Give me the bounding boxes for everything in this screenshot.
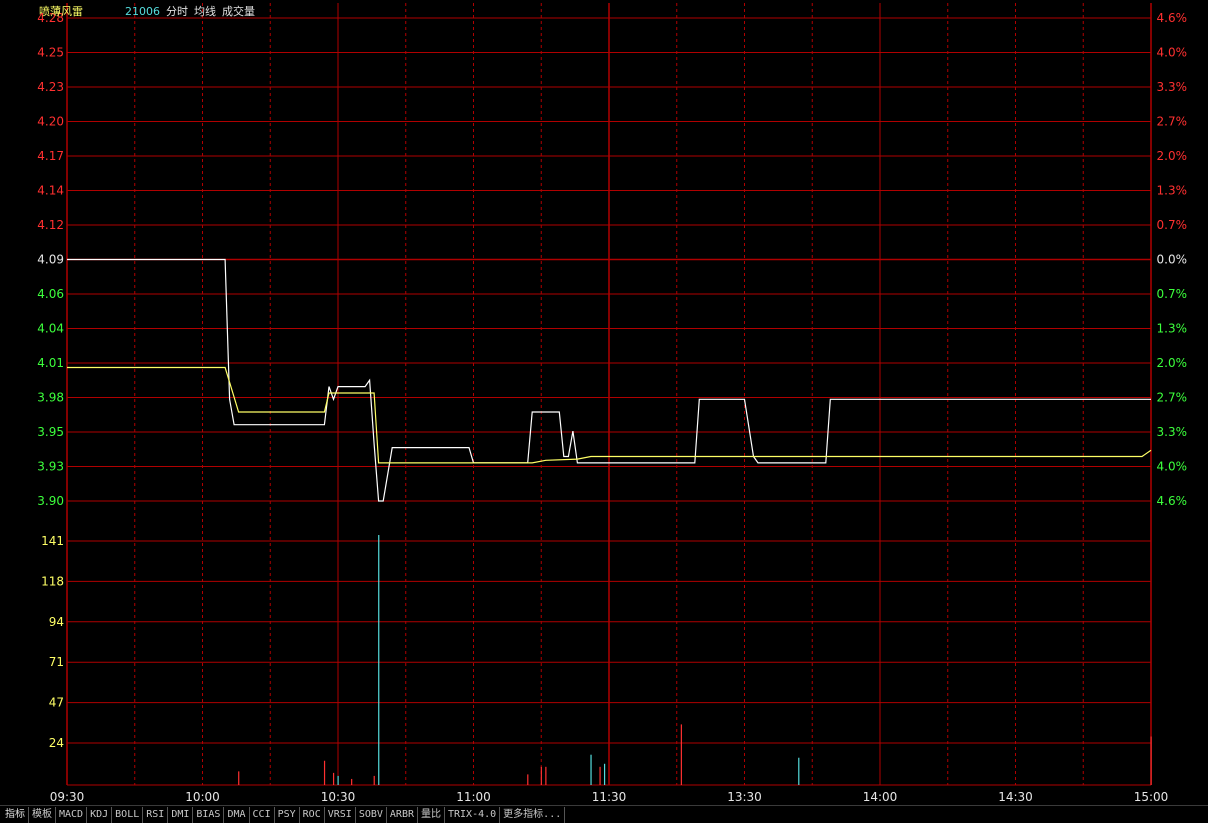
time-tick-label: 11:30 [592,790,627,804]
price-axis-left: 4.284.254.234.204.174.144.124.094.064.04… [37,11,64,508]
volume-tick-label: 47 [49,696,64,710]
indicator-tab[interactable]: PSY [275,806,300,823]
volume-bar [378,535,380,785]
volume-bar [545,766,547,785]
time-tick-label: 10:30 [321,790,356,804]
volume-bars [238,535,1152,785]
indicator-tab[interactable]: DMA [224,806,250,823]
volume-axis: 141 118 94 71 47 24 [41,534,64,750]
volume-tick-label: 118 [41,574,64,588]
indicator-label-volume: 成交量 [222,4,255,18]
percent-tick-label: 0.0% [1157,253,1188,267]
time-tick-label: 13:30 [727,790,762,804]
volume-bar [599,766,601,785]
percent-tick-label: 4.6% [1157,494,1188,508]
volume-bar [351,778,353,785]
price-tick-label: 4.12 [37,218,64,232]
percent-tick-label: 0.7% [1157,287,1188,301]
price-tick-label: 4.14 [37,184,64,198]
percent-tick-label: 4.0% [1157,46,1188,60]
percent-tick-label: 1.3% [1157,184,1188,198]
percent-tick-label: 3.3% [1157,425,1188,439]
indicator-tab[interactable]: ARBR [387,806,418,823]
volume-bar [373,775,375,785]
percent-tick-label: 0.7% [1157,218,1188,232]
percent-tick-label: 1.3% [1157,322,1188,336]
price-tick-label: 3.95 [37,425,64,439]
indicator-tab[interactable]: VRSI [325,806,356,823]
volume-tick-label: 24 [49,736,64,750]
indicator-tab[interactable]: SOBV [356,806,387,823]
percent-tick-label: 2.0% [1157,149,1188,163]
price-tick-label: 4.23 [37,80,64,94]
time-tick-label: 11:00 [456,790,491,804]
volume-bar [337,775,339,785]
price-tick-label: 4.20 [37,115,64,129]
price-tick-label: 3.93 [37,460,64,474]
percent-tick-label: 2.0% [1157,356,1188,370]
percent-tick-label: 2.7% [1157,391,1188,405]
indicator-tab-bar: 指标 模板 MACD KDJ BOLL RSI DMI BIAS DMA CCI PSY ROC VRS… [0,805,1208,823]
volume-tick-label: 94 [49,615,64,629]
time-tick-label: 14:30 [998,790,1033,804]
indicator-tab[interactable]: 指标 [2,806,29,823]
volume-tick-label: 71 [49,655,64,669]
indicator-tab[interactable]: TRIX-4.0 [445,806,501,823]
time-tick-label: 14:00 [863,790,898,804]
percent-tick-label: 3.3% [1157,80,1188,94]
indicator-tab[interactable]: 量比 [418,806,445,823]
time-tick-label: 15:00 [1134,790,1169,804]
price-tick-label: 4.09 [37,253,64,267]
volume-bar [527,774,529,785]
percent-tick-label: 4.6% [1157,11,1188,25]
indicator-label-intraday: 分时 [166,5,188,18]
indicator-tab[interactable]: KDJ [87,806,113,823]
volume-bar [540,766,542,785]
stock-name: 喷薄风雷 [39,4,83,18]
price-tick-label: 4.06 [37,287,64,301]
time-tick-label: 09:30 [50,790,85,804]
indicator-tab[interactable]: 更多指标... [500,806,566,823]
volume-bar [238,771,240,785]
time-axis: 09:30 10:00 10:30 11:00 11:30 13:30 14:00 14:30… [50,790,1169,804]
indicator-tab[interactable]: BIAS [193,806,225,823]
chart-canvas: 4.284.254.234.204.174.144.124.094.064.04… [37,3,1188,804]
indicator-tab[interactable]: ROC [300,806,325,823]
indicator-tab[interactable]: DMI [168,806,194,823]
indicator-tab[interactable]: 模板 [29,806,56,823]
volume-bar [1150,736,1152,785]
indicator-tab[interactable]: MACD [56,806,88,823]
indicator-label-average: 均线 [194,4,216,18]
volume-bar [590,754,592,785]
percent-tick-label: 2.7% [1157,115,1188,129]
volume-bar [332,772,335,785]
price-tick-label: 3.98 [37,391,64,405]
price-tick-label: 4.17 [37,149,64,163]
volume-tick-label: 141 [41,534,64,548]
indicator-tab[interactable]: RSI [143,806,169,823]
stock-code: 21006 [125,5,160,18]
percent-tick-label: 4.0% [1157,460,1188,474]
price-tick-label: 4.25 [37,46,64,60]
volume-bar [603,763,606,785]
price-tick-label: 3.90 [37,494,64,508]
indicator-tab[interactable]: CCI [250,806,275,823]
percent-axis-right: 4.6% 4.0% 3.3% 2.7% 2.0% 1.3% 0.7% 0.0% 0.7% 1.3%… [1157,11,1188,508]
volume-bar [323,760,326,785]
volume-bar [798,757,800,785]
indicator-tab[interactable]: BOLL [112,806,144,823]
time-tick-label: 10:00 [185,790,220,804]
price-tick-label: 4.04 [37,322,64,336]
price-tick-label: 4.01 [37,356,64,370]
volume-bar [680,724,682,785]
